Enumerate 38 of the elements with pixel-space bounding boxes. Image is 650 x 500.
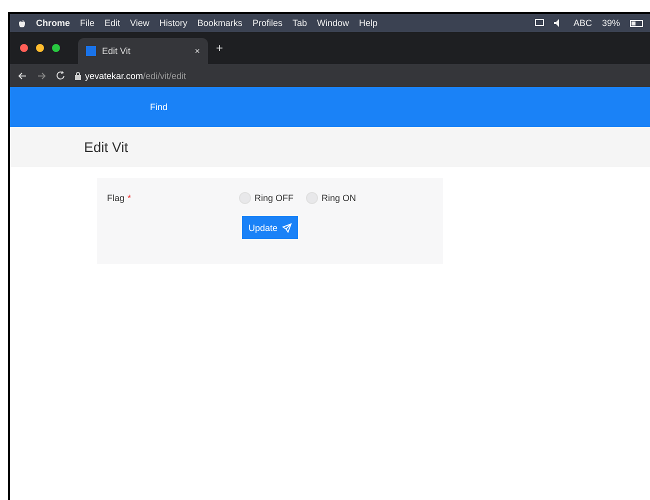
tab-close[interactable]: × [194,46,200,56]
radio-button[interactable] [306,192,318,204]
menu-item[interactable]: Help [358,18,378,28]
input-source[interactable]: ABC [573,18,592,28]
radio-label[interactable]: Ring OFF [254,193,294,203]
lock-icon[interactable] [75,72,81,80]
battery-percent: 39% [602,18,620,28]
menu-item[interactable]: Edit [104,18,120,28]
reload-icon[interactable] [56,71,65,80]
radio-label[interactable]: Ring ON [322,193,356,203]
favicon-icon [86,46,96,56]
apple-icon[interactable] [18,18,26,28]
required-mark: * [128,193,132,203]
back-icon[interactable] [18,72,27,80]
menu-item[interactable]: Window [316,18,349,28]
send-icon [282,222,292,232]
browser-tab[interactable]: Edit Vit × [78,38,208,64]
zoom-window-icon[interactable] [52,44,60,52]
menu-item[interactable]: Profiles [252,18,282,28]
page-title: Edit Vit [84,139,128,155]
menu-item[interactable]: Bookmarks [197,18,242,28]
field-label: Flag [107,193,125,203]
battery-icon[interactable] [630,20,644,26]
url-text[interactable]: yevatekar.com/edi/vit/edit [85,70,186,80]
menu-item[interactable]: Tab [292,18,307,28]
screen-icon[interactable] [535,19,544,27]
app-menu[interactable]: Chrome [36,18,70,28]
menu-item[interactable]: File [80,18,95,28]
menu-item[interactable]: View [130,18,150,28]
new-tab-button[interactable]: + [216,41,224,55]
forward-icon[interactable] [37,72,46,80]
minimize-window-icon[interactable] [36,44,44,52]
radio-button[interactable] [238,192,251,204]
menu-item[interactable]: History [159,18,188,28]
tab-title: Edit Vit [102,46,132,56]
close-window-icon[interactable] [20,44,28,52]
nav-link[interactable]: Find [150,102,168,112]
update-button[interactable]: Update [242,216,298,239]
